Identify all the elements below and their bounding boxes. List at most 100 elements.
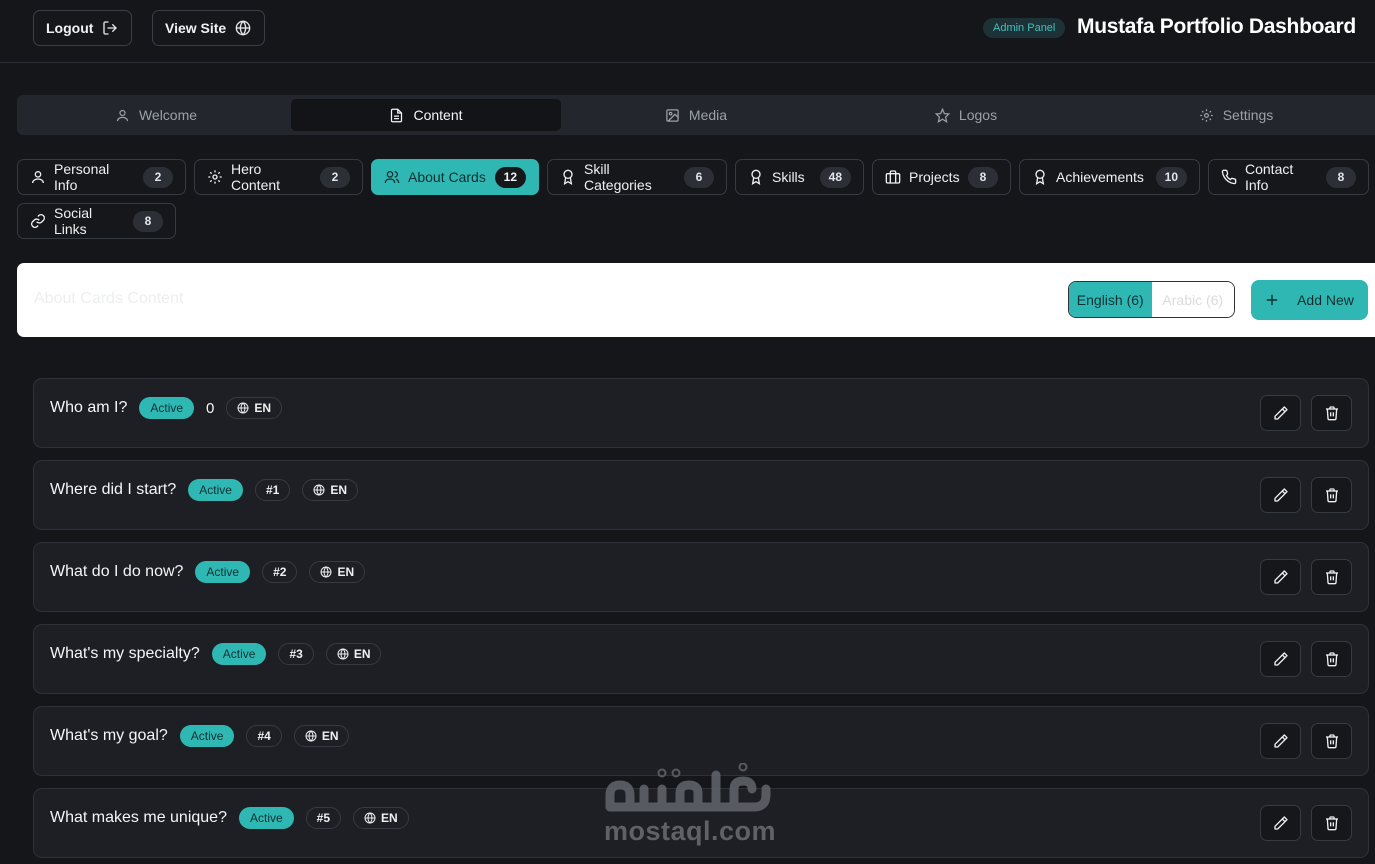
order-badge: #2 [262, 561, 298, 583]
globe-icon [313, 484, 325, 496]
file-icon [389, 108, 404, 123]
pencil-icon [1273, 487, 1289, 503]
subtab-label: Skills [772, 169, 805, 185]
edit-button[interactable] [1260, 559, 1301, 595]
language-code: EN [353, 647, 371, 661]
watermark-text: mostaql.com [604, 816, 777, 846]
top-header: Logout View Site Admin Panel Mustafa Por… [0, 0, 1375, 63]
order-value: 0 [206, 399, 215, 417]
language-code: EN [337, 565, 355, 579]
tab-label: Welcome [138, 107, 198, 123]
user-icon [30, 169, 46, 185]
phone-icon [1221, 169, 1237, 185]
count-badge: 8 [133, 210, 163, 232]
subtab-label: Projects [909, 169, 960, 185]
view-site-label: View Site [165, 20, 227, 36]
tab-logos[interactable]: Logos [831, 99, 1101, 131]
status-badge: Active [211, 643, 267, 665]
trash-icon [1324, 569, 1340, 585]
subtab-about-cards[interactable]: About Cards 12 [371, 159, 539, 195]
globe-icon [235, 20, 251, 36]
status-badge: Active [188, 479, 243, 501]
subtab-label: Social Links [54, 205, 93, 237]
status-badge: Active [238, 807, 294, 829]
order-badge: #1 [254, 479, 291, 501]
trash-icon [1324, 815, 1340, 831]
lang-english-option[interactable]: English (6) [1069, 282, 1152, 317]
user-icon [115, 108, 130, 123]
pencil-icon [1273, 569, 1289, 585]
language-code: EN [254, 401, 272, 415]
pencil-icon [1273, 405, 1289, 421]
order-badge: #5 [305, 807, 342, 829]
status-badge: Active [179, 725, 235, 747]
users-icon [384, 169, 400, 185]
delete-button[interactable] [1311, 477, 1352, 513]
panel-title: About Cards Content [34, 290, 184, 307]
subtab-label: Achievements [1056, 169, 1144, 185]
trash-icon [1324, 405, 1340, 421]
main-tab-bar: Welcome Content Media Logos Settings [17, 95, 1375, 135]
count-badge: 48 [819, 166, 851, 188]
subtab-personal-info[interactable]: Personal Info 2 [17, 159, 186, 195]
order-badge: #3 [278, 643, 314, 665]
card-title: What's my goal? [50, 727, 168, 744]
language-code: EN [330, 483, 347, 497]
tab-content[interactable]: Content [291, 99, 561, 131]
tab-label: Settings [1222, 107, 1274, 123]
trash-icon [1324, 487, 1340, 503]
edit-button[interactable] [1260, 805, 1301, 841]
edit-button[interactable] [1260, 723, 1301, 759]
trash-icon [1324, 651, 1340, 667]
view-site-button[interactable]: View Site [152, 10, 265, 46]
card-title: What makes me unique? [50, 809, 227, 826]
count-badge: 8 [1326, 166, 1356, 188]
tab-welcome[interactable]: Welcome [21, 99, 291, 131]
about-card-item: Who am I? Active 0 EN [33, 378, 1369, 448]
award-icon [748, 169, 764, 185]
subtab-projects[interactable]: Projects 8 [872, 159, 1011, 195]
delete-button[interactable] [1311, 641, 1352, 677]
edit-button[interactable] [1260, 395, 1301, 431]
logout-icon [102, 20, 118, 36]
image-icon [665, 108, 680, 123]
subtab-skill-categories[interactable]: Skill Categories 6 [547, 159, 727, 195]
card-title: What's my specialty? [50, 645, 200, 662]
delete-button[interactable] [1311, 559, 1352, 595]
subtab-social-links[interactable]: Social Links 8 [17, 203, 176, 239]
subtab-label: About Cards [408, 169, 486, 185]
count-badge: 8 [968, 166, 998, 188]
order-badge: #4 [246, 725, 282, 747]
logout-button[interactable]: Logout [33, 10, 132, 46]
delete-button[interactable] [1311, 723, 1352, 759]
subtab-label: Personal Info [54, 161, 110, 193]
lang-arabic-option[interactable]: Arabic (6) [1151, 282, 1234, 317]
about-card-item: What's my specialty? Active #3 EN [33, 624, 1369, 694]
language-toggle: English (6) Arabic (6) [1068, 281, 1235, 318]
language-badge: EN [302, 479, 358, 501]
language-badge: EN [226, 397, 283, 419]
delete-button[interactable] [1311, 395, 1352, 431]
tab-media[interactable]: Media [561, 99, 831, 131]
subtab-skills[interactable]: Skills 48 [735, 159, 864, 195]
subtab-contact-info[interactable]: Contact Info 8 [1208, 159, 1369, 195]
count-badge: 12 [494, 166, 526, 188]
language-badge: EN [309, 561, 366, 583]
subtab-hero-content[interactable]: Hero Content 2 [194, 159, 363, 195]
subtab-label: Skill Categories [584, 161, 652, 193]
card-title: Who am I? [50, 399, 128, 416]
edit-button[interactable] [1260, 477, 1301, 513]
globe-icon [337, 648, 349, 660]
add-new-button[interactable]: Add New [1251, 280, 1368, 320]
about-card-item: Where did I start? Active #1 EN [33, 460, 1369, 530]
logout-label: Logout [46, 20, 94, 36]
edit-button[interactable] [1260, 641, 1301, 677]
gear-icon [1199, 108, 1214, 123]
subtab-achievements[interactable]: Achievements 10 [1019, 159, 1200, 195]
award-icon [1032, 169, 1048, 185]
delete-button[interactable] [1311, 805, 1352, 841]
count-badge: 6 [684, 166, 714, 188]
mostaql-watermark-logo [604, 763, 772, 823]
pencil-icon [1273, 733, 1289, 749]
tab-settings[interactable]: Settings [1101, 99, 1371, 131]
